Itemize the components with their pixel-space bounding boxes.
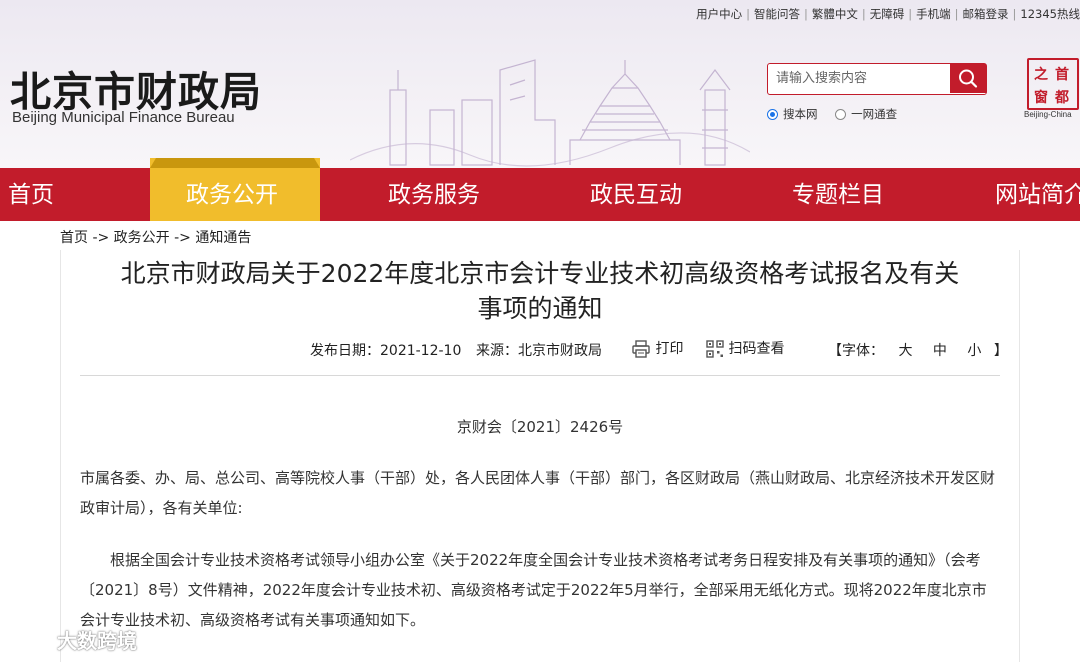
qr-code-icon bbox=[706, 340, 724, 358]
seal-caption: Beijing-China bbox=[1024, 110, 1072, 119]
seal-char: 都 bbox=[1055, 90, 1069, 106]
publish-date: 发布日期：2021-12-10 bbox=[310, 343, 462, 359]
font-size-close-bracket: 】 bbox=[993, 343, 1008, 359]
search-button[interactable] bbox=[950, 64, 986, 93]
search-box bbox=[767, 63, 987, 95]
article-title: 北京市财政局关于2022年度北京市会计专业技术初高级资格考试报名及有关 事项的通… bbox=[80, 256, 1000, 326]
seal-char: 窗 bbox=[1034, 90, 1048, 106]
article-body-paragraph: 根据全国会计专业技术资格考试领导小组办公室《关于2022年度全国会计专业技术资格… bbox=[80, 551, 987, 629]
document-number: 京财会〔2021〕2426号 bbox=[456, 418, 624, 436]
top-link-mobile[interactable]: 手机端 bbox=[916, 6, 951, 22]
radio-selected-icon bbox=[767, 108, 778, 120]
nav-item-special-topics[interactable]: 专题栏目 bbox=[792, 168, 884, 221]
print-label: 打印 bbox=[655, 341, 684, 357]
search-icon bbox=[959, 69, 978, 88]
font-size-control: 【字体： 大 中 小 】 bbox=[828, 340, 1008, 360]
font-size-medium-button[interactable]: 中 bbox=[933, 343, 947, 359]
seal-char: 首 bbox=[1055, 67, 1069, 83]
seal-char: 之 bbox=[1034, 67, 1048, 83]
radio-label: 一网通查 bbox=[851, 107, 898, 121]
watermark-logo: 大数跨境 bbox=[10, 625, 137, 655]
nav-item-government-services[interactable]: 政务服务 bbox=[388, 168, 480, 221]
nav-item-site-intro[interactable]: 网站简介 bbox=[995, 168, 1080, 221]
capital-window-seal-logo[interactable]: 首 都 之 窗 bbox=[1027, 58, 1079, 110]
watermark-icon bbox=[12, 632, 48, 651]
beijing-skyline-illustration bbox=[350, 59, 750, 167]
site-logo-english: Beijing Municipal Finance Bureau bbox=[12, 109, 235, 126]
scan-qr-button[interactable]: 扫码查看 bbox=[706, 338, 784, 358]
radio-unselected-icon bbox=[835, 108, 847, 120]
radio-search-this-site[interactable]: 搜本网 bbox=[767, 106, 818, 122]
site-header: 用户中心 | 智能问答 | 繁體中文 | 无障碍 | 手机端 | 邮箱登录 | 12345热线 北京市财… bbox=[0, 0, 1080, 168]
search-input[interactable] bbox=[768, 64, 952, 93]
nav-item-home[interactable]: 首页 bbox=[8, 168, 54, 221]
top-link-12345-hotline[interactable]: 12345热线 bbox=[1020, 6, 1080, 22]
radio-label: 搜本网 bbox=[783, 107, 818, 121]
scan-qr-label: 扫码查看 bbox=[728, 341, 785, 357]
top-link-mail-login[interactable]: 邮箱登录 bbox=[963, 6, 1009, 22]
search-scope-options: 搜本网 一网通查 bbox=[767, 106, 911, 123]
top-link-accessibility[interactable]: 无障碍 bbox=[870, 6, 905, 22]
font-size-large-button[interactable]: 大 bbox=[898, 343, 912, 359]
top-link-traditional-chinese[interactable]: 繁體中文 bbox=[812, 6, 858, 22]
radio-search-all-network[interactable]: 一网通查 bbox=[835, 106, 897, 122]
printer-icon bbox=[632, 340, 650, 358]
top-link-user-center[interactable]: 用户中心 bbox=[696, 6, 742, 22]
title-divider bbox=[80, 375, 1000, 376]
nav-item-government-affairs-open[interactable]: 政务公开 bbox=[186, 168, 278, 221]
watermark-text: 大数跨境 bbox=[56, 629, 137, 653]
article-recipients: 市属各委、办、局、总公司、高等院校人事（干部）处，各人民团体人事（干部）部门，各… bbox=[80, 469, 996, 517]
article-title-line: 事项的通知 bbox=[477, 294, 603, 323]
print-button[interactable]: 打印 bbox=[631, 338, 683, 359]
top-utility-links: 用户中心 | 智能问答 | 繁體中文 | 无障碍 | 手机端 | 邮箱登录 | 12345热线 bbox=[696, 6, 1080, 22]
font-size-label: 【字体： bbox=[828, 343, 884, 359]
top-link-smart-qa[interactable]: 智能问答 bbox=[754, 6, 800, 22]
nav-item-public-interaction[interactable]: 政民互动 bbox=[590, 168, 682, 221]
article-title-line: 北京市财政局关于2022年度北京市会计专业技术初高级资格考试报名及有关 bbox=[120, 259, 960, 288]
font-size-small-button[interactable]: 小 bbox=[967, 343, 981, 359]
article-source: 来源：北京市财政局 bbox=[476, 343, 602, 359]
breadcrumb[interactable]: 首页 -> 政务公开 -> 通知通告 bbox=[60, 227, 251, 247]
